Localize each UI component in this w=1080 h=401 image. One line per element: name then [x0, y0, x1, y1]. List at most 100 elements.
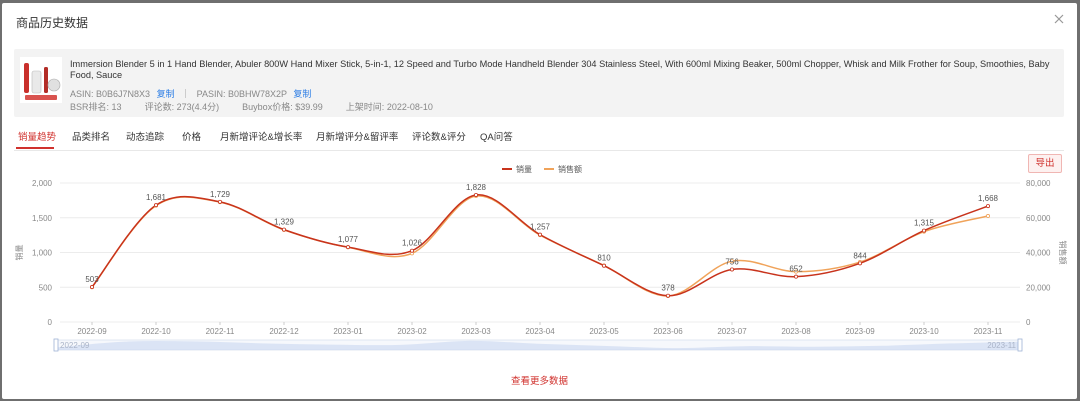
asin-label: ASIN: — [70, 89, 94, 99]
meta-divider — [185, 89, 187, 98]
x-tick-label: 2022-10 — [141, 327, 171, 336]
y-tick-left: 500 — [39, 283, 53, 292]
copy-pasin-button[interactable]: 复制 — [293, 89, 311, 99]
tab-sales-trend[interactable]: 销量趋势 — [18, 129, 56, 143]
x-tick-label: 2023-02 — [397, 327, 427, 336]
modal-header: 商品历史数据 — [2, 3, 1077, 37]
y-tick-left: 0 — [48, 318, 53, 327]
sales-trend-chart: 0 0 500 20,000 1,000 40,000 1,500 60,000 2,000 80… — [14, 164, 1068, 352]
y-tick-left: 1,000 — [32, 249, 53, 258]
zoom-end-label: 2023-11 — [987, 341, 1016, 350]
revenue-point — [986, 214, 991, 219]
sales-data-label: 1,257 — [530, 223, 551, 232]
sales-point — [90, 285, 95, 290]
y-tick-right: 60,000 — [1026, 214, 1051, 223]
series-line-revenue — [91, 195, 989, 297]
sales-data-label: 1,026 — [402, 239, 423, 248]
sales-data-label: 844 — [853, 251, 867, 260]
x-tick-label: 2023-07 — [717, 327, 747, 336]
y-axis-label-right: 销售额 — [1058, 241, 1068, 265]
y-tick-left: 1,500 — [32, 214, 53, 223]
history-data-modal: 商品历史数据 Immersion Blender 5 in 1 Hand Ble… — [2, 3, 1077, 399]
product-title[interactable]: Immersion Blender 5 in 1 Hand Blender, A… — [70, 59, 1060, 81]
sales-data-label: 503 — [85, 275, 99, 284]
tab-qa[interactable]: QA问答 — [480, 129, 513, 143]
sales-data-label: 378 — [661, 284, 675, 293]
y-tick-left: 2,000 — [32, 179, 53, 188]
legend-label-revenue: 销售额 — [558, 164, 582, 174]
x-tick-label: 2023-05 — [589, 327, 619, 336]
sales-point — [730, 267, 735, 272]
reviews-value: 273(4.4分) — [176, 102, 220, 112]
sales-point — [281, 227, 286, 232]
copy-asin-button[interactable]: 复制 — [157, 89, 175, 99]
y-tick-right: 20,000 — [1026, 283, 1051, 292]
tab-dynamic-tracking[interactable]: 动态追踪 — [126, 129, 164, 143]
bsr-label: BSR排名: — [70, 102, 110, 112]
sales-point — [602, 263, 607, 268]
sales-point — [666, 293, 671, 298]
y-axis-label-left: 销量 — [14, 245, 24, 261]
x-tick-label: 2022-09 — [77, 327, 107, 336]
x-tick-label: 2023-10 — [909, 327, 939, 336]
legend-label-sales: 销量 — [516, 164, 532, 174]
zoom-handle-end[interactable] — [1017, 338, 1023, 352]
x-tick-label: 2023-09 — [845, 327, 875, 336]
launch-value: 2022-08-10 — [386, 102, 433, 112]
sales-data-label: 1,329 — [274, 218, 295, 227]
buybox-label: Buybox价格: — [242, 102, 293, 112]
pasin-value: B0BHW78X2P — [228, 89, 287, 99]
sales-data-label: 810 — [597, 254, 611, 263]
series-line-sales — [91, 194, 989, 297]
bsr-value: 13 — [111, 102, 122, 112]
product-image[interactable] — [20, 57, 62, 103]
sales-data-label: 1,077 — [338, 235, 359, 244]
sales-data-label: 1,828 — [466, 183, 487, 192]
x-tick-label: 2023-04 — [525, 327, 555, 336]
sales-point — [345, 245, 350, 250]
sales-data-label: 652 — [789, 265, 803, 274]
modal-title: 商品历史数据 — [16, 16, 89, 30]
x-tick-label: 2023-11 — [974, 327, 1003, 336]
sales-point — [922, 228, 927, 233]
x-tick-label: 2022-12 — [269, 327, 299, 336]
sales-data-label: 1,681 — [146, 193, 167, 202]
zoom-handle-start[interactable] — [53, 338, 59, 352]
sales-point — [409, 248, 414, 253]
sales-point — [538, 232, 543, 237]
asin-value: B0B6J7N8X3 — [96, 89, 151, 99]
sales-point — [217, 199, 222, 204]
sales-data-label: 1,668 — [978, 194, 999, 203]
tab-price[interactable]: 价格 — [182, 129, 201, 143]
sales-data-label: 1,315 — [914, 219, 935, 228]
product-ids: ASIN: B0B6J7N8X3 复制 PASIN: B0BHW78X2P 复制 — [70, 87, 311, 100]
tab-reviews-ratings[interactable]: 评论数&评分 — [412, 129, 466, 143]
x-tick-label: 2023-06 — [653, 327, 683, 336]
close-icon[interactable] — [1051, 11, 1067, 27]
tab-category-rank[interactable]: 品类排名 — [72, 129, 110, 143]
tab-bar: 销量趋势 品类排名 动态追踪 价格 月新增评论&增长率 月新增评分&留评率 评论… — [14, 129, 1064, 151]
product-stats: BSR排名: 13 评论数: 273(4.4分) Buybox价格: $39.9… — [70, 100, 433, 113]
sales-point — [794, 274, 799, 279]
buybox-value: $39.99 — [295, 102, 323, 112]
x-tick-label: 2023-01 — [333, 327, 363, 336]
sales-data-label: 1,729 — [210, 190, 231, 199]
y-tick-right: 0 — [1026, 318, 1031, 327]
sales-point — [473, 192, 478, 197]
x-tick-label: 2022-11 — [206, 327, 235, 336]
tab-monthly-reviews[interactable]: 月新增评论&增长率 — [220, 129, 302, 143]
product-summary: Immersion Blender 5 in 1 Hand Blender, A… — [14, 49, 1064, 117]
sales-data-label: 756 — [725, 257, 739, 266]
active-tab-indicator — [16, 147, 54, 149]
sales-point — [858, 261, 863, 266]
sales-point — [986, 204, 991, 209]
tab-monthly-ratings[interactable]: 月新增评分&留评率 — [316, 129, 398, 143]
sales-point — [153, 203, 158, 208]
view-more-data-link[interactable]: 查看更多数据 — [2, 373, 1077, 387]
reviews-label: 评论数: — [144, 102, 175, 112]
zoom-start-label: 2022-09 — [60, 341, 90, 350]
x-tick-label: 2023-03 — [461, 327, 491, 336]
tab-divider — [14, 150, 1064, 151]
pasin-label: PASIN: — [196, 89, 226, 99]
x-tick-label: 2023-08 — [781, 327, 811, 336]
